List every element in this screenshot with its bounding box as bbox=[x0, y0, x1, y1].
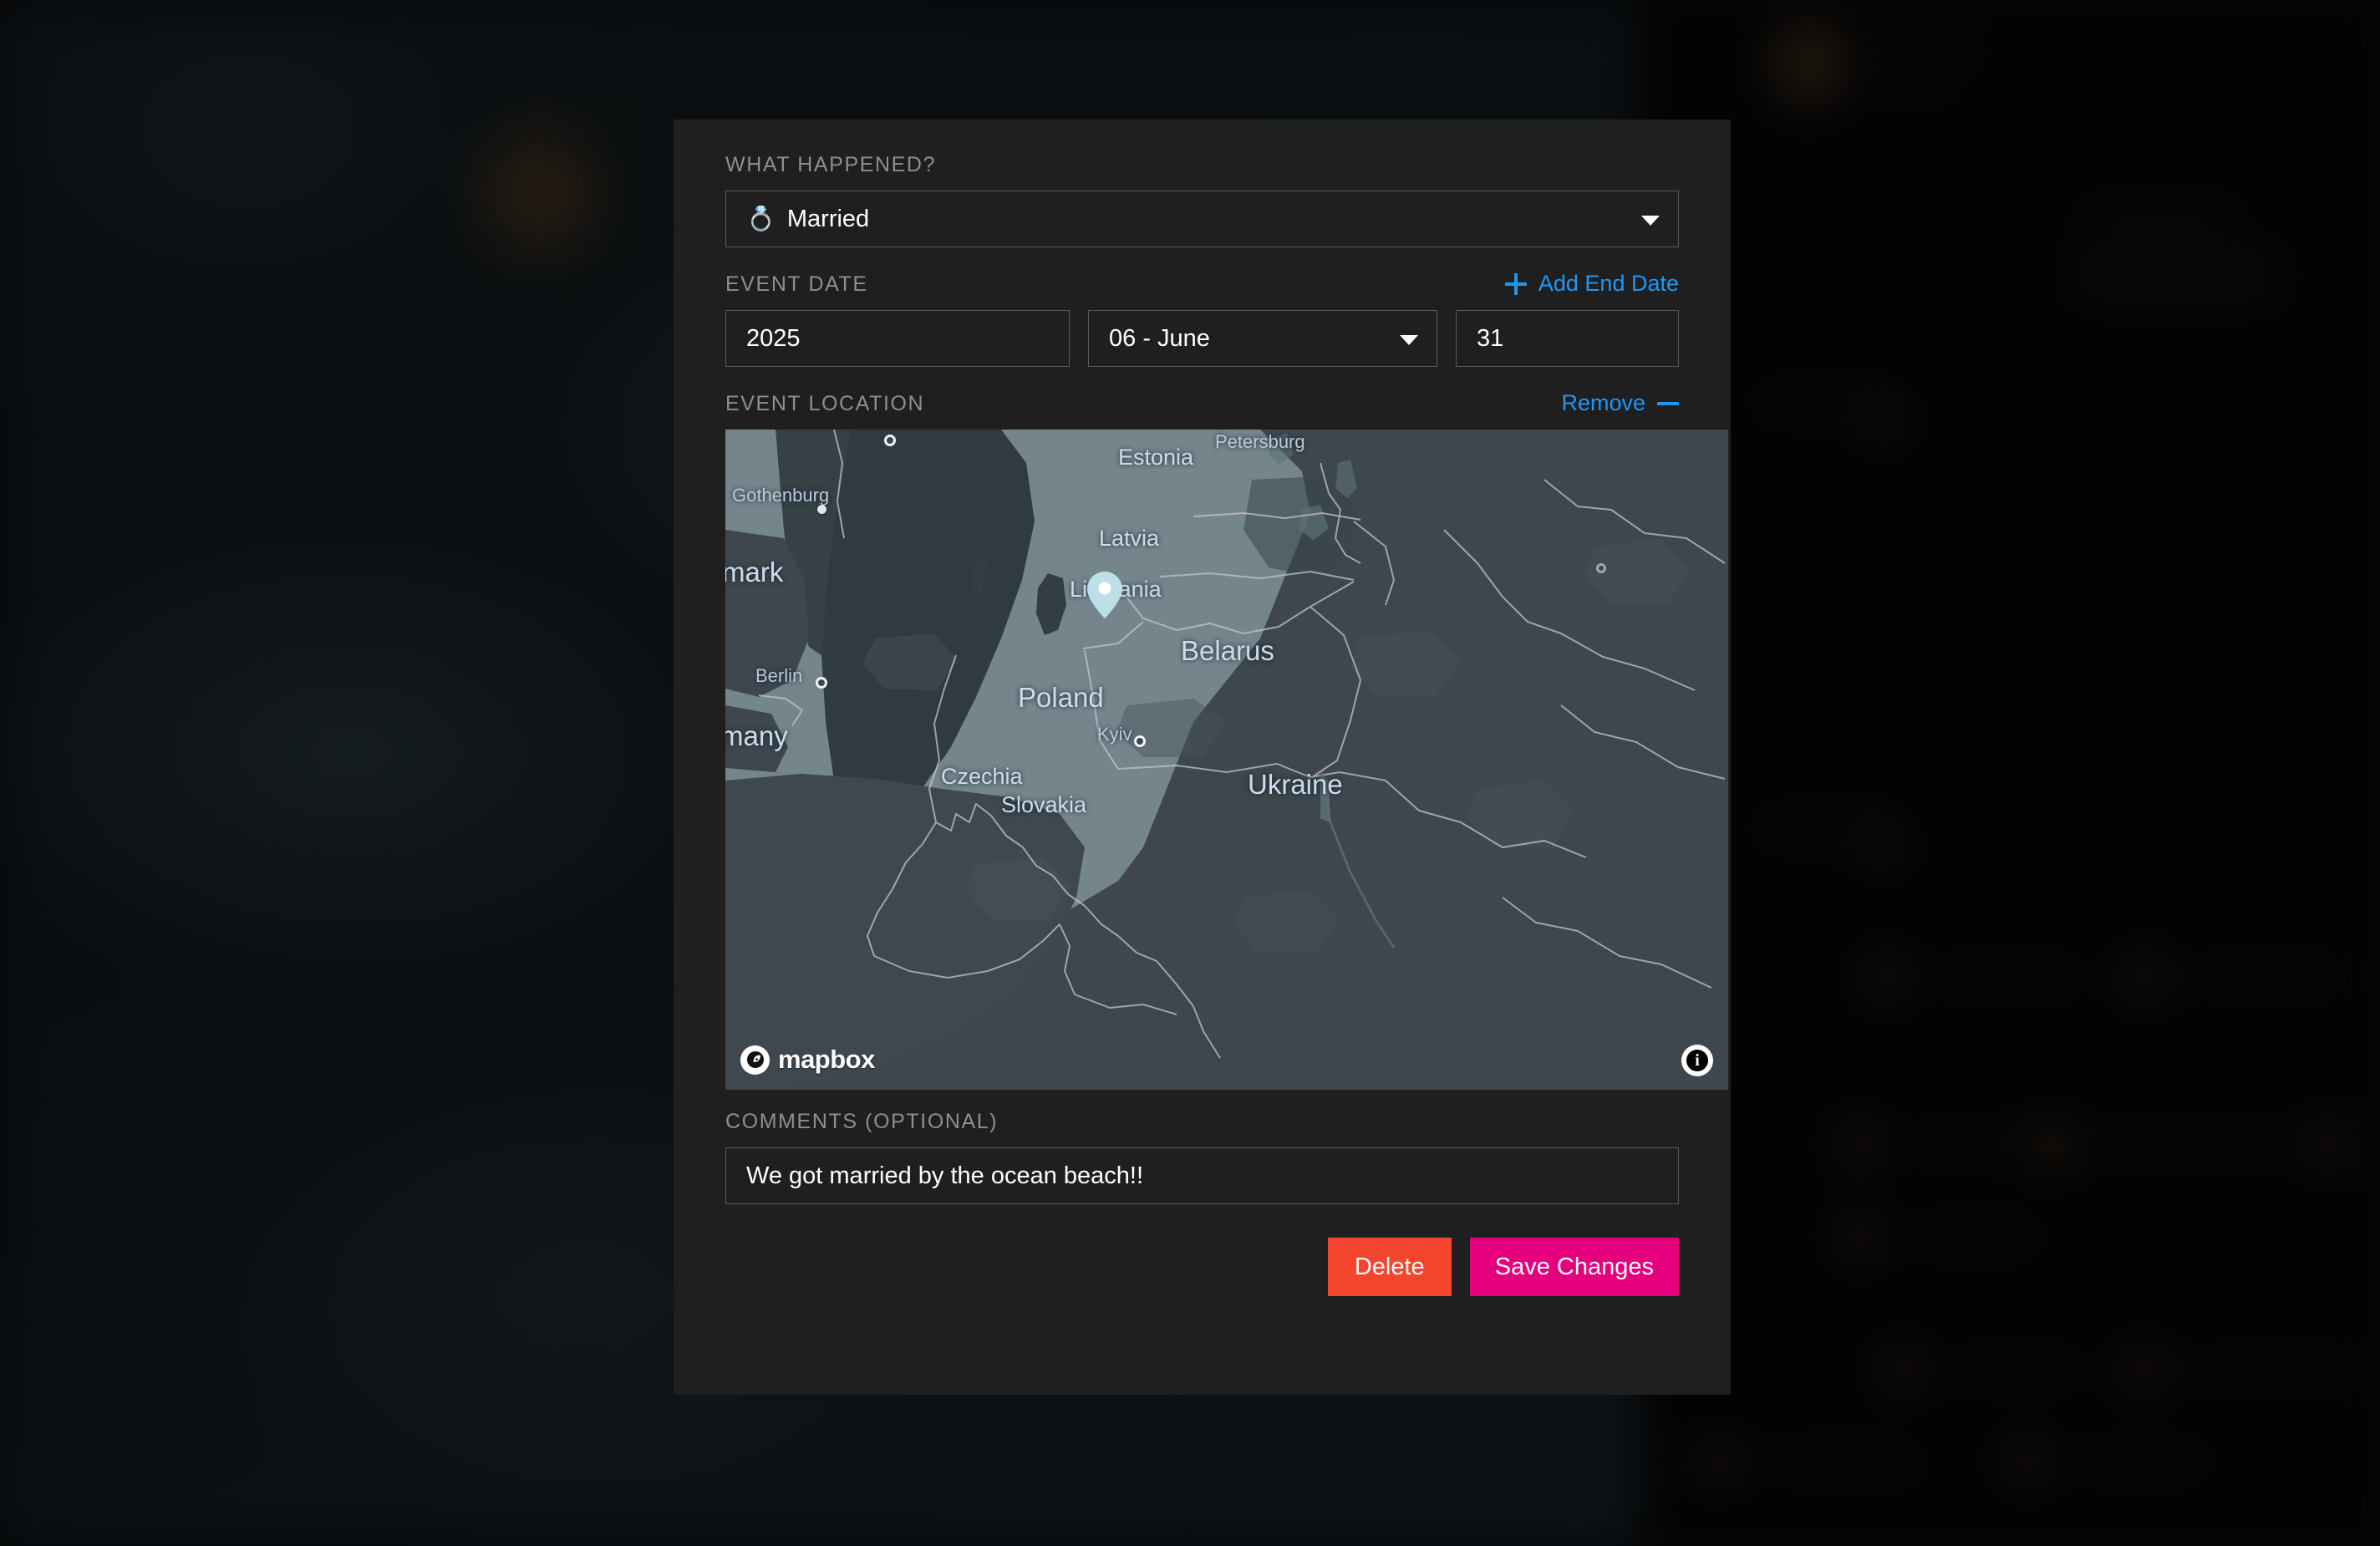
comments-value: We got married by the ocean beach!! bbox=[746, 1162, 1144, 1189]
ring-icon: 💍 bbox=[746, 206, 776, 231]
map-label-slovakia: Slovakia bbox=[1001, 792, 1087, 817]
mapbox-logo[interactable]: mapbox bbox=[740, 1045, 875, 1075]
delete-button[interactable]: Delete bbox=[1327, 1238, 1452, 1296]
map-label-poland: Poland bbox=[1018, 682, 1104, 713]
map-label-ukraine: Ukraine bbox=[1248, 769, 1343, 800]
map-canvas bbox=[725, 430, 1728, 1090]
map-label-germany: many bbox=[725, 720, 788, 751]
event-date-day-input[interactable]: 31 bbox=[1456, 310, 1679, 367]
event-date-day-value: 31 bbox=[1477, 324, 1504, 352]
add-end-date-label: Add End Date bbox=[1538, 271, 1679, 296]
event-date-year-value: 2025 bbox=[746, 324, 801, 352]
what-happened-value: Married bbox=[786, 205, 870, 232]
map-label-kyiv: Kyiv bbox=[1097, 724, 1132, 745]
event-date-row: 2025 06 - June 31 bbox=[725, 310, 1679, 367]
info-icon: i bbox=[1686, 1050, 1708, 1071]
save-changes-button[interactable]: Save Changes bbox=[1469, 1238, 1679, 1296]
remove-location-label: Remove bbox=[1561, 390, 1645, 415]
map-city-dot bbox=[816, 677, 827, 689]
edit-event-modal: WHAT HAPPENED? 💍 Married EVENT DATE Add … bbox=[674, 120, 1731, 1395]
map-city-dot bbox=[884, 435, 896, 446]
event-date-month-value: 06 - June bbox=[1109, 324, 1210, 352]
event-location-map[interactable]: Estonia Latvia Lithuania Belarus Poland … bbox=[725, 430, 1728, 1090]
map-city-dot bbox=[817, 505, 826, 514]
map-label-denmark: mark bbox=[725, 557, 784, 587]
what-happened-label: WHAT HAPPENED? bbox=[725, 153, 937, 176]
map-city-dot bbox=[1134, 735, 1146, 747]
event-date-month-wrap: 06 - June bbox=[1088, 310, 1437, 367]
map-city-dot bbox=[1596, 563, 1606, 573]
event-date-month-select[interactable]: 06 - June bbox=[1088, 310, 1437, 367]
what-happened-select[interactable]: 💍 Married bbox=[725, 191, 1679, 247]
event-date-year-wrap: 2025 bbox=[725, 310, 1070, 367]
location-pin-icon bbox=[1087, 572, 1122, 618]
comments-input[interactable]: We got married by the ocean beach!! bbox=[725, 1147, 1679, 1204]
modal-actions: Delete Save Changes bbox=[725, 1238, 1679, 1296]
comments-label: COMMENTS (OPTIONAL) bbox=[725, 1110, 999, 1133]
map-label-gothenburg: Gothenburg bbox=[732, 485, 830, 506]
map-label-belarus: Belarus bbox=[1181, 635, 1274, 666]
plus-icon bbox=[1504, 272, 1527, 295]
map-label-berlin: Berlin bbox=[755, 665, 803, 686]
add-end-date-button[interactable]: Add End Date bbox=[1504, 271, 1679, 296]
event-date-year-input[interactable]: 2025 bbox=[725, 310, 1070, 367]
map-label-petersburg: Petersburg bbox=[1215, 431, 1305, 452]
remove-location-button[interactable]: Remove bbox=[1561, 392, 1679, 414]
map-label-latvia: Latvia bbox=[1099, 526, 1160, 551]
minus-icon bbox=[1657, 401, 1679, 405]
event-date-label: EVENT DATE bbox=[725, 272, 868, 296]
chevron-down-icon bbox=[1641, 216, 1660, 226]
event-location-label: EVENT LOCATION bbox=[725, 392, 925, 415]
mapbox-mark-icon bbox=[740, 1045, 770, 1075]
event-date-day-wrap: 31 bbox=[1456, 310, 1679, 367]
map-label-czechia: Czechia bbox=[941, 764, 1023, 789]
map-label-estonia: Estonia bbox=[1118, 445, 1194, 470]
map-attribution-info-button[interactable]: i bbox=[1681, 1045, 1713, 1076]
mapbox-wordmark: mapbox bbox=[778, 1045, 875, 1074]
chevron-down-icon bbox=[1400, 335, 1418, 345]
